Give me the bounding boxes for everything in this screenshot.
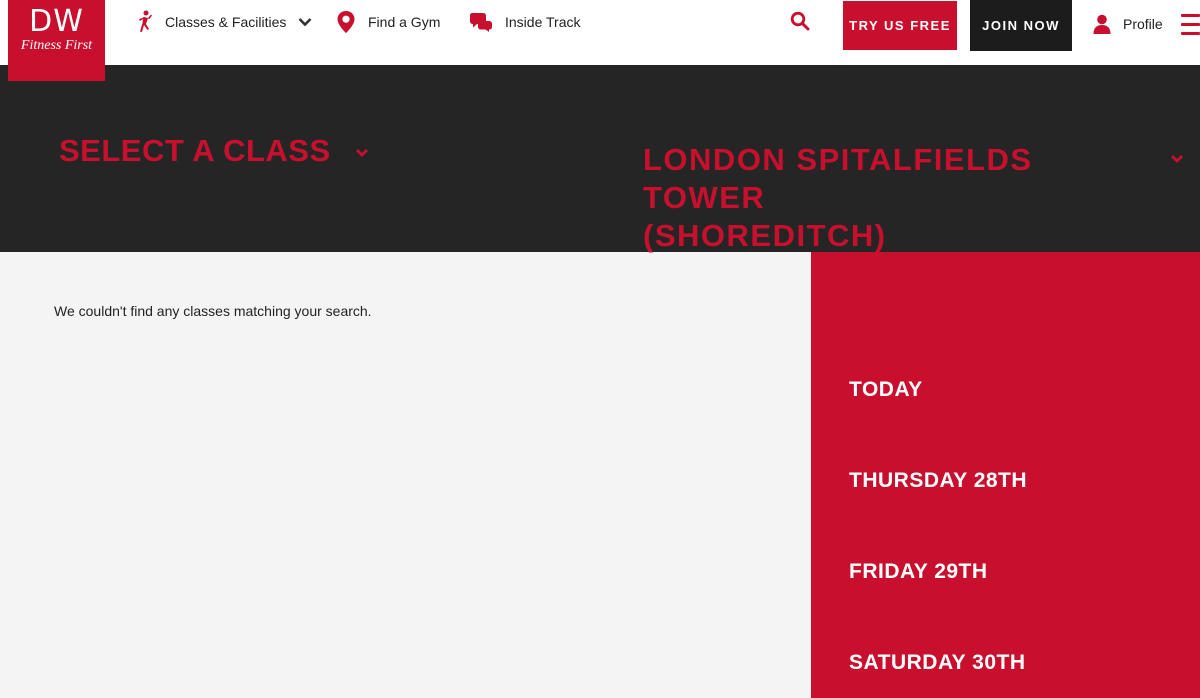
chevron-down-icon[interactable] bbox=[1170, 154, 1184, 164]
profile-link[interactable]: Profile bbox=[1093, 12, 1163, 36]
chevron-down-icon[interactable] bbox=[298, 17, 312, 27]
logo-text-dw: DW bbox=[29, 4, 84, 39]
day-item-thursday[interactable]: THURSDAY 28TH bbox=[849, 469, 1027, 493]
logo-text-fitness-first: Fitness First bbox=[20, 38, 93, 53]
dw-fitness-first-logo[interactable]: DW Fitness First bbox=[8, 0, 105, 81]
page: DW Fitness First Classes & Facilities Fi… bbox=[0, 0, 1200, 698]
join-now-button[interactable]: JOIN NOW bbox=[970, 0, 1072, 51]
menu-bar bbox=[1181, 23, 1200, 26]
menu-bar bbox=[1181, 32, 1200, 35]
day-item-today[interactable]: TODAY bbox=[849, 378, 923, 402]
day-selector-panel: TODAY THURSDAY 28TH FRIDAY 29TH SATURDAY… bbox=[811, 252, 1200, 698]
select-class-label: SELECT A CLASS bbox=[59, 133, 331, 168]
nav-classes-facilities[interactable]: Classes & Facilities bbox=[137, 10, 312, 34]
location-name-line2: (SHOREDITCH) bbox=[643, 218, 887, 253]
nav-find-a-gym-label: Find a Gym bbox=[368, 14, 441, 30]
nav-classes-label: Classes & Facilities bbox=[165, 14, 287, 30]
day-item-friday[interactable]: FRIDAY 29TH bbox=[849, 560, 988, 584]
location-select-dropdown[interactable]: LONDON SPITALFIELDS TOWER (SHOREDITCH) bbox=[643, 141, 1143, 255]
nav-find-a-gym[interactable]: Find a Gym bbox=[336, 10, 440, 34]
hamburger-menu-icon[interactable] bbox=[1181, 14, 1200, 36]
menu-bar bbox=[1181, 14, 1200, 17]
nav-inside-track[interactable]: Inside Track bbox=[469, 10, 580, 34]
search-icon[interactable] bbox=[790, 11, 810, 31]
user-icon bbox=[1093, 14, 1111, 34]
runner-icon bbox=[139, 10, 152, 32]
profile-label: Profile bbox=[1123, 16, 1163, 32]
no-results-message: We couldn't find any classes matching yo… bbox=[54, 303, 372, 319]
top-navigation-bar: DW Fitness First Classes & Facilities Fi… bbox=[0, 0, 1200, 81]
location-name-line1: LONDON SPITALFIELDS TOWER bbox=[643, 142, 1033, 215]
chat-bubble-icon bbox=[470, 13, 492, 32]
nav-inside-track-label: Inside Track bbox=[505, 14, 581, 30]
chevron-down-icon bbox=[355, 149, 368, 157]
select-class-dropdown[interactable]: SELECT A CLASS bbox=[59, 133, 369, 169]
location-pin-icon bbox=[337, 11, 355, 33]
try-us-free-button[interactable]: TRY US FREE bbox=[843, 1, 957, 50]
day-item-saturday[interactable]: SATURDAY 30TH bbox=[849, 651, 1026, 675]
